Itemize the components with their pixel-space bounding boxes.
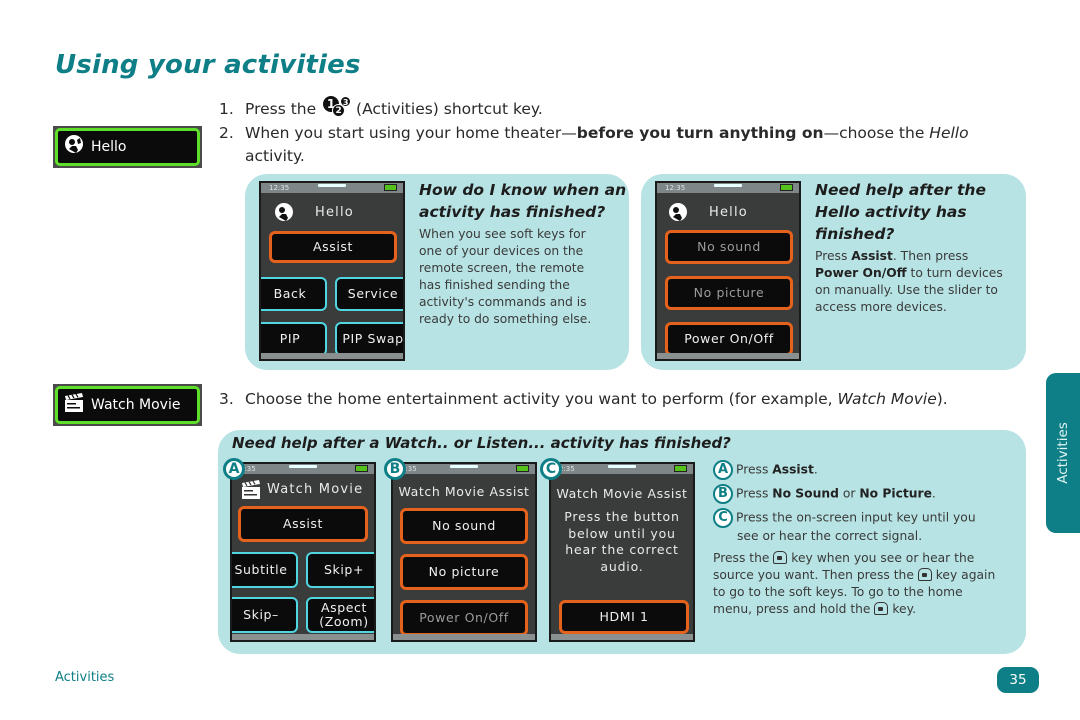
status-bar: 2:35	[393, 464, 535, 474]
hello-assistant-icon	[667, 202, 689, 228]
status-bar: 2:35	[551, 464, 693, 474]
bottom-bar	[261, 353, 403, 359]
status-bar: 12:35	[657, 183, 799, 193]
screen-title: Hello	[709, 205, 748, 220]
power-on-off-button[interactable]: Power On/Off	[400, 600, 528, 636]
hello-help-panel: 12:35 Hello No sound No picture Power On…	[641, 174, 1026, 370]
step-text: Press the	[245, 100, 317, 118]
panel-heading: Need help after a Watch.. or Listen... a…	[232, 434, 731, 452]
screen-title: Hello	[315, 205, 354, 220]
no-picture-button[interactable]: No picture	[665, 276, 793, 310]
clapperboard-icon	[240, 480, 262, 504]
badge-a: A	[223, 458, 245, 480]
panel-body: When you see soft keys for one of your d…	[419, 227, 592, 326]
battery-icon	[355, 465, 368, 472]
remote-screen-watch-movie: 2:35 Watch Movie Assist Subtitle Skip+ S…	[230, 462, 376, 642]
slider-handle[interactable]	[714, 184, 742, 187]
skip-forward-button[interactable]: Skip+	[306, 552, 374, 588]
bottom-bar	[551, 634, 693, 640]
remote-screen-hello-assist: 12:35 Hello No sound No picture Power On…	[655, 181, 801, 361]
watch-listen-help-panel: Need help after a Watch.. or Listen... a…	[218, 430, 1026, 654]
battery-icon	[674, 465, 687, 472]
remote-screen-watch-movie-assist: 2:35 Watch Movie Assist No sound No pict…	[391, 462, 537, 642]
badge-b: B	[384, 458, 406, 480]
step-2: 2. When you start using your home theater…	[219, 124, 969, 165]
step-text: (Activities) shortcut key.	[356, 100, 543, 118]
step-number: 1.	[219, 100, 234, 118]
aspect-zoom-button[interactable]: Aspect (Zoom)	[306, 597, 374, 633]
assist-button[interactable]: Assist	[269, 231, 397, 263]
panel-heading: Need help after the Hello activity has f…	[815, 181, 986, 243]
home-key-icon	[917, 568, 932, 581]
footer-section-label: Activities	[55, 670, 115, 685]
no-sound-button[interactable]: No sound	[665, 230, 793, 264]
assist-message: Press the button below until you hear th…	[564, 509, 680, 574]
remote-screen-input-assist: 2:35 Watch Movie Assist Press the button…	[549, 462, 695, 642]
slider-handle[interactable]	[450, 465, 478, 468]
screen-title: Watch Movie Assist	[556, 486, 688, 501]
bottom-bar	[657, 353, 799, 359]
power-on-off-button[interactable]: Power On/Off	[665, 322, 793, 356]
hello-activity-label: Hello	[91, 139, 127, 155]
hello-assistant-icon	[63, 134, 85, 160]
page-title: Using your activities	[55, 50, 361, 80]
bottom-bar	[393, 634, 535, 640]
pip-swap-button[interactable]: PIP Swap	[335, 322, 403, 356]
battery-icon	[384, 184, 397, 191]
subtitle-button[interactable]: Subtitle	[232, 552, 298, 588]
badge-c: C	[540, 458, 562, 480]
hello-assistant-icon	[273, 202, 295, 228]
remote-screen-hello: 12:35 Hello Assist Back Service PIP PIP …	[259, 181, 405, 361]
step-3: 3. Choose the home entertainment activity…	[219, 388, 948, 411]
hello-activity-button[interactable]: Hello	[53, 126, 202, 168]
assist-button[interactable]: Assist	[238, 506, 368, 542]
battery-icon	[780, 184, 793, 191]
step-number: 2.	[219, 124, 234, 142]
instruction-a: A Press Assist.	[713, 460, 1013, 480]
no-picture-button[interactable]: No picture	[400, 554, 528, 590]
slider-handle[interactable]	[608, 465, 636, 468]
instructions: A Press Assist. B Press No Sound or No Pic…	[713, 460, 1013, 618]
clapperboard-icon	[63, 393, 85, 417]
service-button[interactable]: Service	[335, 277, 403, 311]
no-sound-button[interactable]: No sound	[400, 508, 528, 544]
status-bar: 2:35	[232, 464, 374, 474]
panel-heading: How do I know when an activity has finis…	[419, 181, 627, 221]
home-key-icon	[874, 602, 889, 615]
section-tab-activities[interactable]: Activities	[1046, 373, 1080, 533]
battery-icon	[516, 465, 529, 472]
activities-123-icon: 1 2 3	[321, 96, 352, 118]
hdmi-input-button[interactable]: HDMI 1	[559, 600, 689, 634]
screen-title: Watch Movie	[267, 482, 364, 497]
bottom-bar	[232, 634, 374, 640]
page-number: 35	[997, 667, 1039, 693]
home-key-note: Press the key when you see or hear the s…	[713, 551, 996, 616]
instruction-c: C Press the on-screen input key until you…	[713, 508, 1013, 545]
activity-finished-panel: 12:35 Hello Assist Back Service PIP PIP …	[245, 174, 629, 370]
slider-handle[interactable]	[318, 184, 346, 187]
watch-movie-activity-label: Watch Movie	[91, 397, 181, 413]
home-key-icon	[773, 551, 788, 564]
instruction-b: B Press No Sound or No Picture.	[713, 484, 1013, 504]
status-bar: 12:35	[261, 183, 403, 193]
screen-title: Watch Movie Assist	[398, 484, 530, 499]
watch-movie-activity-button[interactable]: Watch Movie	[53, 384, 202, 426]
back-button[interactable]: Back	[261, 277, 327, 311]
pip-button[interactable]: PIP	[261, 322, 327, 356]
skip-back-button[interactable]: Skip–	[232, 597, 298, 633]
slider-handle[interactable]	[289, 465, 317, 468]
panel-body: Press Assist. Then press Power On/Off to…	[815, 249, 1003, 314]
step-number: 3.	[219, 390, 234, 408]
step-1: 1. Press the 1 2 3 (Activities) shortcut …	[219, 96, 543, 121]
